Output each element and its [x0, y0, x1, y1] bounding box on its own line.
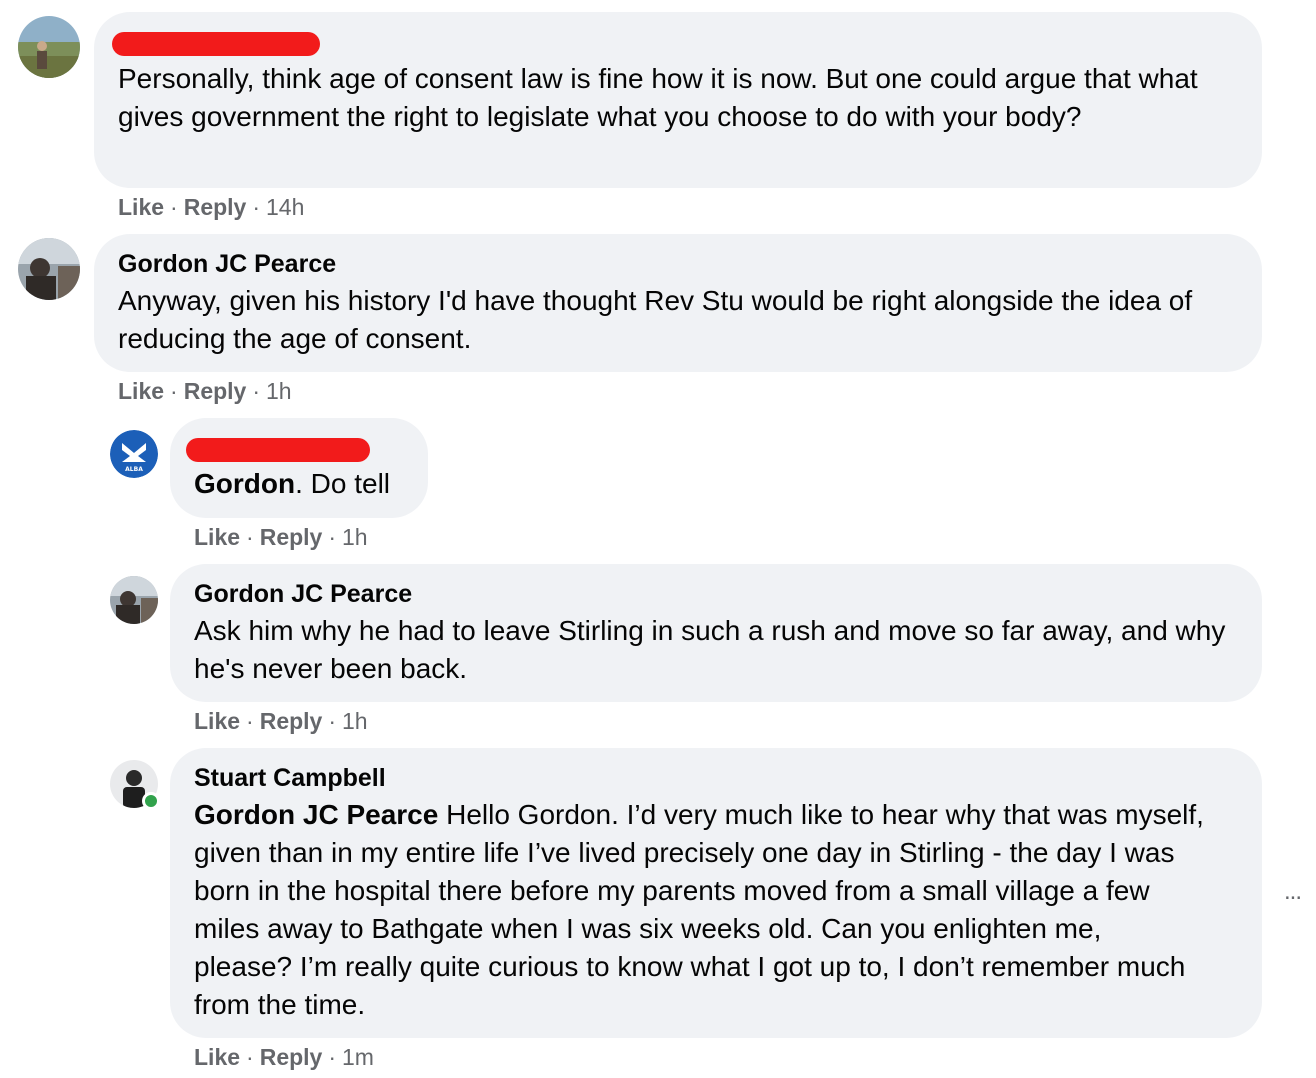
reply-link[interactable]: Reply: [260, 708, 323, 734]
comment-actions: Like · Reply · 1h: [194, 524, 368, 550]
comment-bubble: Personally, think age of consent law is …: [94, 12, 1262, 188]
comment-body: Hello Gordon. I’d very much like to hear…: [194, 799, 1204, 1020]
comment-bubble: Gordon JC Pearce Anyway, given his histo…: [94, 234, 1262, 372]
like-link[interactable]: Like: [118, 194, 164, 220]
reply-link[interactable]: Reply: [260, 1044, 323, 1070]
timestamp[interactable]: 1m: [342, 1044, 374, 1070]
comment-bubble: Stuart Campbell Gordon JC Pearce Hello G…: [170, 748, 1262, 1038]
reply-link[interactable]: Reply: [184, 194, 247, 220]
timestamp[interactable]: 1h: [266, 378, 292, 404]
comment-bubble: Gordon. Do tell: [170, 418, 428, 518]
alba-logo-text: ALBA: [125, 466, 143, 473]
profile-photo: [18, 238, 80, 300]
like-link[interactable]: Like: [194, 708, 240, 734]
mention-link[interactable]: Gordon: [194, 468, 295, 499]
timestamp[interactable]: 1h: [342, 524, 368, 550]
comment-text: Personally, think age of consent law is …: [118, 63, 1198, 132]
avatar[interactable]: [110, 576, 158, 624]
online-status-dot: [142, 792, 160, 810]
comment-body: . Do tell: [295, 468, 391, 499]
author-name[interactable]: Gordon JC Pearce: [118, 248, 336, 280]
comment-text: Anyway, given his history I'd have thoug…: [118, 285, 1193, 354]
redacted-author-name: [186, 438, 370, 462]
comment-text: Gordon JC Pearce Hello Gordon. I’d very …: [194, 796, 1204, 1024]
redacted-author-name: [112, 32, 320, 56]
comment-bubble: Gordon JC Pearce Ask him why he had to l…: [170, 564, 1262, 702]
author-name[interactable]: Stuart Campbell: [194, 762, 386, 794]
avatar[interactable]: ALBA: [110, 430, 158, 478]
avatar[interactable]: [18, 16, 80, 78]
timestamp[interactable]: 14h: [266, 194, 304, 220]
reply-link[interactable]: Reply: [260, 524, 323, 550]
like-link[interactable]: Like: [118, 378, 164, 404]
reply-link[interactable]: Reply: [184, 378, 247, 404]
like-link[interactable]: Like: [194, 1044, 240, 1070]
more-options-icon[interactable]: ...: [1284, 878, 1302, 906]
profile-photo-landscape: [18, 16, 80, 78]
alba-logo-icon: ALBA: [110, 430, 158, 478]
comment-text: Ask him why he had to leave Stirling in …: [194, 615, 1226, 684]
comment-actions: Like · Reply · 1h: [194, 708, 368, 734]
comment-actions: Like · Reply · 1m: [194, 1044, 374, 1070]
comment-actions: Like · Reply · 14h: [118, 194, 305, 220]
comment-actions: Like · Reply · 1h: [118, 378, 292, 404]
comment-text: Gordon. Do tell: [194, 465, 390, 503]
avatar[interactable]: [18, 238, 80, 300]
timestamp[interactable]: 1h: [342, 708, 368, 734]
profile-photo: [110, 576, 158, 624]
mention-link[interactable]: Gordon JC Pearce: [194, 799, 438, 830]
author-name[interactable]: Gordon JC Pearce: [194, 578, 412, 610]
like-link[interactable]: Like: [194, 524, 240, 550]
